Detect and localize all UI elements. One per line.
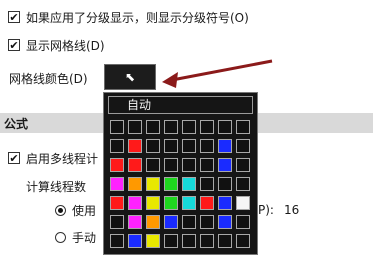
- annotation-arrow-icon: [162, 59, 273, 88]
- excel-options-dialog: ✔ 如果应用了分级显示，则显示分级符号(O) ✔ 显示网格线(D) 网格线颜色(…: [0, 0, 373, 259]
